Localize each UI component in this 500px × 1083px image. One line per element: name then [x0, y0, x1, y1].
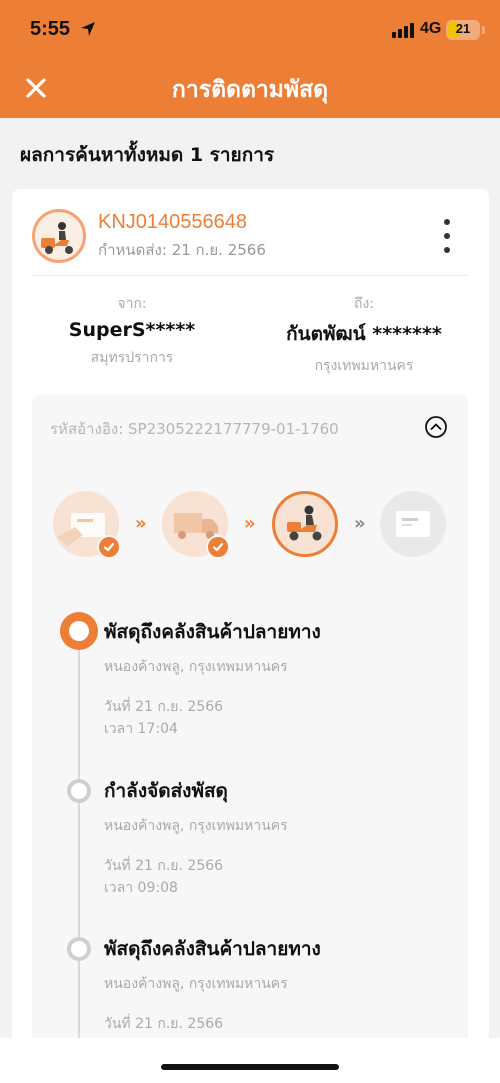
- event-date: วันที่ 21 ก.ย. 2566: [104, 858, 224, 874]
- sender-name: SuperS*****: [68, 319, 196, 341]
- more-options-button[interactable]: [437, 219, 457, 253]
- event-time: เวลา 09:08: [104, 880, 178, 896]
- parcel-card: KNJ0140556648 กำหนดส่ง: 21 ก.ย. 2566 จาก…: [12, 189, 489, 1049]
- home-indicator[interactable]: [161, 1064, 339, 1070]
- step-out-for-delivery: [272, 491, 338, 557]
- recipient-info: ถึง: กันตพัฒน์ ******* กรุงเทพมหานคร: [264, 293, 464, 377]
- nav-bar: การติดตามพัสดุ: [0, 60, 500, 118]
- more-dot-icon: [444, 219, 450, 225]
- event-time: เวลา 17:04: [104, 721, 178, 737]
- bottom-safe-area: [0, 1038, 500, 1083]
- recipient-label: ถึง:: [353, 296, 375, 312]
- check-icon: [206, 535, 230, 559]
- timeline-line: [78, 633, 80, 1049]
- battery-level: 21: [455, 21, 471, 36]
- sender-label: จาก:: [117, 296, 147, 312]
- recipient-province: กรุงเทพมหานคร: [314, 358, 414, 374]
- signal-icon: [392, 22, 414, 38]
- status-bar: 5:55 4G 21: [0, 0, 500, 60]
- results-count: ผลการค้นหาทั้งหมด 1 รายการ: [20, 144, 275, 166]
- battery-icon: 21: [446, 20, 480, 40]
- divider: [32, 275, 468, 276]
- sender-province: สมุทรปราการ: [90, 350, 174, 366]
- page-title: การติดตามพัสดุ: [171, 77, 329, 103]
- check-icon: [97, 535, 121, 559]
- step-in-transit: [162, 491, 230, 559]
- due-date: กำหนดส่ง: 21 ก.ย. 2566: [98, 241, 266, 259]
- location-arrow-icon: [80, 21, 96, 41]
- tracking-detail-panel: รหัสอ้างอิง: SP2305222177779-01-1760 » »…: [32, 395, 468, 1049]
- past-status-dot: [67, 937, 91, 961]
- status-time: 5:55: [30, 18, 71, 40]
- more-dot-icon: [444, 233, 450, 239]
- event-location: หนองค้างพลู, กรุงเทพมหานคร: [104, 976, 288, 992]
- event-title: กำลังจัดส่งพัสดุ: [104, 780, 228, 802]
- step-delivered: [380, 491, 446, 557]
- chevron-right-icon: »: [354, 513, 366, 534]
- recipient-name: กันตพัฒน์ *******: [286, 323, 442, 345]
- tracking-number[interactable]: KNJ0140556648: [98, 211, 247, 234]
- collapse-button[interactable]: [424, 415, 448, 439]
- event-location: หนองค้างพลู, กรุงเทพมหานคร: [104, 818, 288, 834]
- event-location: หนองค้างพลู, กรุงเทพมหานคร: [104, 659, 288, 675]
- more-dot-icon: [444, 247, 450, 253]
- event-title: พัสดุถึงคลังสินค้าปลายทาง: [104, 938, 321, 960]
- step-parcel-created: [53, 491, 121, 559]
- current-status-dot: [60, 612, 98, 650]
- battery-tip: [482, 26, 485, 34]
- reference-code: รหัสอ้างอิง: SP2305222177779-01-1760: [50, 420, 339, 438]
- sender-info: จาก: SuperS***** สมุทรปราการ: [32, 293, 232, 369]
- past-status-dot: [67, 779, 91, 803]
- courier-avatar: [32, 209, 86, 263]
- event-date: วันที่ 21 ก.ย. 2566: [104, 1016, 224, 1032]
- chevron-right-icon: »: [135, 513, 147, 534]
- event-title: พัสดุถึงคลังสินค้าปลายทาง: [104, 621, 321, 643]
- network-type: 4G: [420, 20, 442, 37]
- chevron-up-icon: [425, 416, 447, 438]
- chevron-right-icon: »: [244, 513, 256, 534]
- event-date: วันที่ 21 ก.ย. 2566: [104, 699, 224, 715]
